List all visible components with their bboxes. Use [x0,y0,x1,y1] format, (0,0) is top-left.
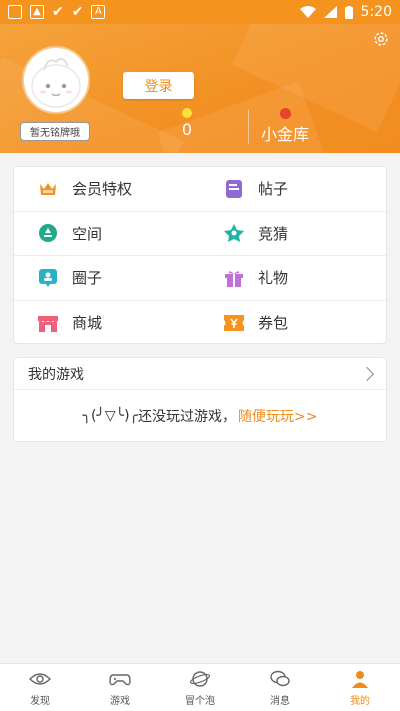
circle-icon [38,268,58,288]
shop-icon [38,313,58,333]
app-icon: A [91,5,106,19]
battery-icon [344,5,353,19]
my-games-title: 我的游戏 [28,366,84,383]
menu-item-space[interactable]: 空间 [14,212,200,256]
nav-label: 游戏 [110,695,130,707]
divider [248,110,249,144]
nav-label: 冒个泡 [185,695,215,707]
nav-mine[interactable]: 我的 [320,664,400,711]
menu-item-label: 商城 [72,314,103,333]
menu-item-label: 帖子 [258,180,289,199]
nav-games[interactable]: 游戏 [80,664,160,711]
menu-item-quiz[interactable]: 竞猜 [200,212,386,256]
post-icon [224,179,244,199]
star-icon [224,223,244,243]
nameplate-badge[interactable]: 暂无铭牌哦 [20,122,90,141]
avatar[interactable] [22,46,90,114]
nav-bubble[interactable]: 冒个泡 [160,664,240,711]
gamepad-icon [109,673,131,685]
nav-messages[interactable]: 消息 [240,664,320,711]
vault-stat[interactable]: 小金库 [256,108,314,145]
nav-label: 发现 [30,695,50,707]
emoticon-text: ╮(╯▽╰)╭ [82,408,138,424]
menu-item-label: 圈子 [72,269,103,288]
menu-item-coupon[interactable]: 券包 [200,301,386,346]
gift-icon [224,268,244,288]
nav-discover[interactable]: 发现 [0,664,80,711]
menu-item-label: 竞猜 [258,224,289,243]
settings-gear-icon[interactable] [372,30,390,48]
signal-icon [323,6,337,18]
coins-value: 0 [181,120,193,139]
wifi-icon [299,6,316,18]
eye-icon [29,672,51,685]
nav-label: 我的 [350,695,370,707]
menu-item-label: 会员特权 [72,180,133,199]
menu-card: 会员特权 帖子 空间 竞猜 圈子 礼物 商城 券包 [13,166,387,344]
check-icon: ✔ [71,4,84,20]
crown-icon [38,179,58,199]
chevron-right-icon [359,366,375,381]
money-bag-icon [279,108,291,119]
menu-item-vip[interactable]: 会员特权 [14,167,200,212]
status-time: 5:20 [360,4,392,20]
person-icon [352,670,368,688]
bubble-icon [189,670,211,687]
menu-item-label: 券包 [258,314,289,333]
play-random-link[interactable]: 随便玩玩>> [238,406,317,426]
menu-item-shop[interactable]: 商城 [14,301,200,346]
my-games-card: 我的游戏 ╮(╯▽╰)╭ 还没玩过游戏， 随便玩玩>> [13,357,387,442]
nav-label: 消息 [270,695,290,707]
menu-item-label: 礼物 [258,269,289,288]
menu-item-posts[interactable]: 帖子 [200,167,386,212]
my-games-header[interactable]: 我的游戏 [14,358,386,390]
coupon-icon [224,313,244,333]
bottom-nav: 发现 游戏 冒个泡 消息 我的 [0,663,400,711]
coin-icon [182,108,192,118]
profile-header: 暂无铭牌哦 登录 0 小金库 [0,24,400,153]
chat-icon [270,670,290,686]
image-icon: ▲ [30,5,44,19]
check-icon: ✔ [52,4,64,20]
vault-label: 小金库 [260,125,309,144]
login-button[interactable]: 登录 [123,72,194,99]
notification-icon [8,5,22,19]
baby-face-icon [31,57,81,108]
menu-item-circle[interactable]: 圈子 [14,256,200,301]
status-bar: ▲ ✔ ✔ A 5:20 [0,0,400,24]
menu-item-label: 空间 [72,224,103,243]
games-empty-state: ╮(╯▽╰)╭ 还没玩过游戏， 随便玩玩>> [14,390,386,442]
menu-item-gift[interactable]: 礼物 [200,256,386,301]
coins-stat[interactable]: 0 [174,108,200,139]
space-icon [38,223,58,243]
empty-message: 还没玩过游戏， [137,409,236,425]
